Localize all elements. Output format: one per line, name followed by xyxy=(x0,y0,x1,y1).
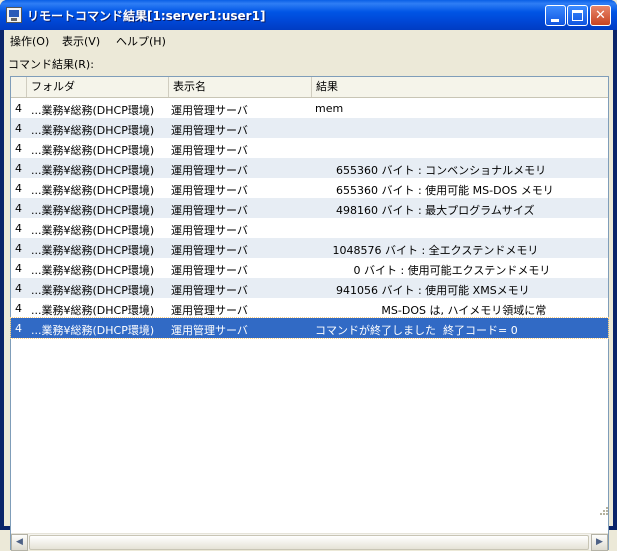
close-button[interactable]: ✕ xyxy=(590,5,611,26)
minimize-button[interactable] xyxy=(545,5,566,26)
row-folder: ...業務¥総務(DHCP環境) xyxy=(31,304,155,317)
close-icon: ✕ xyxy=(595,8,606,23)
row-folder: ...業務¥総務(DHCP環境) xyxy=(31,144,155,157)
menu-view[interactable]: 表示(V) xyxy=(62,33,100,49)
row-folder: ...業務¥総務(DHCP環境) xyxy=(31,224,155,237)
row-folder: ...業務¥総務(DHCP環境) xyxy=(31,164,155,177)
table-row[interactable]: 4 ...業務¥総務(DHCP環境) 運用管理サーバ xyxy=(11,218,608,238)
table-row[interactable]: 4 ...業務¥総務(DHCP環境) 運用管理サーバ 941056 バイト : … xyxy=(11,278,608,298)
command-results-label: コマンド結果(R): xyxy=(8,58,94,71)
row-result: 655360 バイト : 使用可能 MS-DOS メモリ xyxy=(315,184,554,197)
table-row[interactable]: 4 ...業務¥総務(DHCP環境) 運用管理サーバ 0 バイト : 使用可能エ… xyxy=(11,258,608,278)
client-area: 操作(O) 表示(V) ヘルプ(H) コマンド結果(R): フォルダ 表示名 結… xyxy=(4,30,613,551)
column-header-display-name[interactable]: 表示名 xyxy=(169,77,312,97)
row-number: 4 xyxy=(15,122,22,135)
row-display-name: 運用管理サーバ xyxy=(171,224,248,237)
row-number: 4 xyxy=(15,102,22,115)
row-folder: ...業務¥総務(DHCP環境) xyxy=(31,324,155,337)
row-number: 4 xyxy=(15,302,22,315)
horizontal-scrollbar[interactable]: ◀ ▶ xyxy=(11,533,608,551)
row-display-name: 運用管理サーバ xyxy=(171,104,248,117)
menu-bar: 操作(O) 表示(V) ヘルプ(H) xyxy=(4,30,613,49)
row-folder: ...業務¥総務(DHCP環境) xyxy=(31,264,155,277)
table-row[interactable]: 4 ...業務¥総務(DHCP環境) 運用管理サーバ 655360 バイト : … xyxy=(11,158,608,178)
row-display-name: 運用管理サーバ xyxy=(171,184,248,197)
row-number: 4 xyxy=(15,322,22,335)
table-row[interactable]: 4 ...業務¥総務(DHCP環境) 運用管理サーバ MS-DOS は, ハイメ… xyxy=(11,298,608,318)
scroll-right-button[interactable]: ▶ xyxy=(591,534,608,551)
scroll-left-button[interactable]: ◀ xyxy=(11,534,28,551)
column-header-folder[interactable]: フォルダ xyxy=(27,77,169,97)
row-display-name: 運用管理サーバ xyxy=(171,204,248,217)
row-display-name: 運用管理サーバ xyxy=(171,244,248,257)
arrow-left-icon: ◀ xyxy=(16,537,23,547)
row-result: mem xyxy=(315,102,344,115)
row-display-name: 運用管理サーバ xyxy=(171,144,248,157)
arrow-right-icon: ▶ xyxy=(596,537,603,547)
row-result: 498160 バイト : 最大プログラムサイズ xyxy=(315,204,535,217)
window-title: リモートコマンド結果[1:server1:user1] xyxy=(27,9,266,23)
row-display-name: 運用管理サーバ xyxy=(171,324,248,337)
row-number: 4 xyxy=(15,242,22,255)
column-header-number[interactable] xyxy=(11,77,27,97)
table-row[interactable]: 4 ...業務¥総務(DHCP環境) 運用管理サーバ 1048576 バイト :… xyxy=(11,238,608,258)
row-folder: ...業務¥総務(DHCP環境) xyxy=(31,204,155,217)
app-icon[interactable] xyxy=(6,7,22,23)
row-number: 4 xyxy=(15,182,22,195)
row-display-name: 運用管理サーバ xyxy=(171,284,248,297)
row-number: 4 xyxy=(15,202,22,215)
table-row[interactable]: 4 ...業務¥総務(DHCP環境) 運用管理サーバ 498160 バイト : … xyxy=(11,198,608,218)
row-folder: ...業務¥総務(DHCP環境) xyxy=(31,104,155,117)
row-display-name: 運用管理サーバ xyxy=(171,164,248,177)
menu-help[interactable]: ヘルプ(H) xyxy=(116,33,166,49)
row-number: 4 xyxy=(15,142,22,155)
list-rows: 4 ...業務¥総務(DHCP環境) 運用管理サーバ mem 4 ...業務¥総… xyxy=(10,98,609,339)
minimize-icon xyxy=(551,19,559,22)
row-result: 0 バイト : 使用可能エクステンドメモリ xyxy=(315,264,551,277)
maximize-button[interactable] xyxy=(567,5,588,26)
row-display-name: 運用管理サーバ xyxy=(171,124,248,137)
row-folder: ...業務¥総務(DHCP環境) xyxy=(31,284,155,297)
row-result: 655360 バイト : コンベンショナルメモリ xyxy=(315,164,547,177)
row-display-name: 運用管理サーバ xyxy=(171,264,248,277)
resize-grip-icon[interactable] xyxy=(597,506,609,518)
table-row[interactable]: 4 ...業務¥総務(DHCP環境) 運用管理サーバ 655360 バイト : … xyxy=(11,178,608,198)
row-result: コマンドが終了しました 終了コード= 0 xyxy=(315,324,518,337)
row-number: 4 xyxy=(15,222,22,235)
results-list[interactable]: フォルダ 表示名 結果 4 ...業務¥総務(DHCP環境) 運用管理サーバ m… xyxy=(10,76,609,551)
row-folder: ...業務¥総務(DHCP環境) xyxy=(31,184,155,197)
table-row[interactable]: 4 ...業務¥総務(DHCP環境) 運用管理サーバ mem xyxy=(11,98,608,118)
row-number: 4 xyxy=(15,282,22,295)
table-row[interactable]: 4 ...業務¥総務(DHCP環境) 運用管理サーバ xyxy=(11,118,608,138)
title-bar[interactable]: リモートコマンド結果[1:server1:user1] ✕ xyxy=(0,0,617,30)
row-display-name: 運用管理サーバ xyxy=(171,304,248,317)
table-row[interactable]: 4 ...業務¥総務(DHCP環境) 運用管理サーバ xyxy=(11,138,608,158)
maximize-icon xyxy=(572,10,583,21)
column-header-result[interactable]: 結果 xyxy=(312,77,608,97)
scroll-thumb[interactable] xyxy=(29,535,589,550)
table-row-selected[interactable]: 4 ...業務¥総務(DHCP環境) 運用管理サーバ コマンドが終了しました 終… xyxy=(10,317,609,339)
row-number: 4 xyxy=(15,162,22,175)
menu-operation[interactable]: 操作(O) xyxy=(10,33,49,49)
row-result: MS-DOS は, ハイメモリ領域に常 xyxy=(315,304,547,317)
row-number: 4 xyxy=(15,262,22,275)
remote-command-result-window: リモートコマンド結果[1:server1:user1] ✕ 操作(O) 表示(V… xyxy=(0,0,617,551)
list-header: フォルダ 表示名 結果 xyxy=(11,77,608,98)
row-result: 1048576 バイト : 全エクステンドメモリ xyxy=(315,244,539,257)
row-result: 941056 バイト : 使用可能 XMSメモリ xyxy=(315,284,530,297)
row-folder: ...業務¥総務(DHCP環境) xyxy=(31,244,155,257)
row-folder: ...業務¥総務(DHCP環境) xyxy=(31,124,155,137)
